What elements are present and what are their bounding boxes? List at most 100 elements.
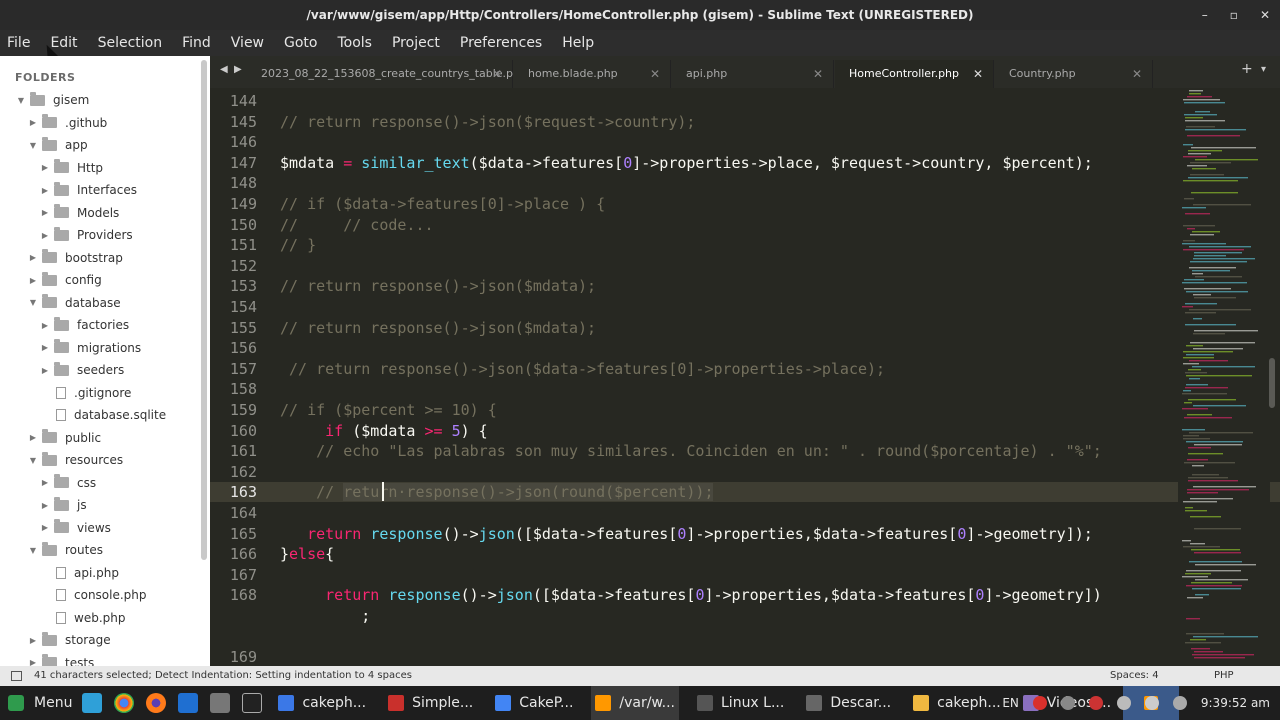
- code-line[interactable]: 165 return response()->json([$data->feat…: [210, 524, 1280, 544]
- taskbar-window-button[interactable]: Simple...: [384, 686, 477, 720]
- code-line[interactable]: 169: [210, 647, 1280, 666]
- tab-close-icon[interactable]: ✕: [1132, 60, 1142, 88]
- sidebar-item[interactable]: ▶ Providers: [40, 224, 133, 246]
- sidebar-item[interactable]: ▶ views: [40, 517, 111, 539]
- sidebar-item[interactable]: ▼ app: [28, 134, 88, 156]
- taskbar-window-button[interactable]: /var/w...: [591, 686, 679, 720]
- minimize-button[interactable]: –: [1202, 0, 1208, 30]
- taskbar-window-button[interactable]: cakeph...: [909, 686, 1005, 720]
- show-desktop-icon[interactable]: [82, 693, 103, 713]
- tab-close-icon[interactable]: ✕: [492, 60, 502, 88]
- code-line[interactable]: 145 // return response()->json($request->…: [210, 112, 1280, 132]
- tab-prev-icon[interactable]: ◀: [220, 64, 228, 75]
- menu-file[interactable]: File: [7, 35, 30, 51]
- code-line[interactable]: 157 // return response()->json($data->fe…: [210, 359, 1280, 379]
- code-line[interactable]: 144: [210, 91, 1280, 111]
- code-line[interactable]: 163 // return·response()->json(round($pe…: [210, 482, 1280, 503]
- code-line[interactable]: 153 // return response()->json($mdata);: [210, 276, 1280, 296]
- chrome-icon[interactable]: [114, 693, 135, 713]
- minimap[interactable]: [1178, 88, 1270, 666]
- shield-icon[interactable]: [1088, 696, 1103, 710]
- sidebar-item[interactable]: ▶ seeders: [40, 359, 124, 381]
- code-line[interactable]: 149 // if ($data->features[0]->place ) {: [210, 194, 1280, 214]
- battery-icon[interactable]: [1172, 696, 1187, 710]
- code-line[interactable]: 162: [210, 462, 1280, 482]
- menu-view[interactable]: View: [231, 35, 264, 51]
- code-line[interactable]: 158: [210, 379, 1280, 399]
- tab-next-icon[interactable]: ▶: [234, 64, 242, 75]
- code-line[interactable]: 164: [210, 503, 1280, 523]
- tab[interactable]: HomeController.php ✕: [835, 60, 994, 88]
- sidebar-item[interactable]: ▶ Http: [40, 157, 103, 179]
- sidebar-item[interactable]: ▶ .github: [28, 112, 107, 134]
- code-line[interactable]: 161 // echo "Las palabras son muy simila…: [210, 441, 1280, 461]
- clock[interactable]: 9:39:52 am: [1201, 696, 1270, 710]
- menu-project[interactable]: Project: [392, 35, 440, 51]
- sidebar-item[interactable]: ▶ Models: [40, 202, 119, 224]
- text-editor-icon[interactable]: [178, 693, 199, 713]
- code-line[interactable]: 168 return response()->json([$data->feat…: [210, 585, 1280, 605]
- maximize-button[interactable]: ▫: [1230, 0, 1238, 30]
- code-line[interactable]: 160 if ($mdata >= 5) {: [210, 421, 1280, 441]
- sidebar-item[interactable]: ▶ config: [28, 269, 102, 291]
- firefox-icon[interactable]: [146, 693, 167, 713]
- code-line[interactable]: 159 // if ($percent >= 10) {: [210, 400, 1280, 420]
- network-icon[interactable]: [1060, 696, 1075, 710]
- sidebar-item[interactable]: api.php: [40, 562, 119, 584]
- update-icon[interactable]: [1032, 696, 1047, 710]
- code-line[interactable]: [210, 627, 1280, 647]
- sidebar-item[interactable]: ▼ database: [28, 292, 121, 314]
- new-tab-icon[interactable]: +: [1241, 61, 1253, 77]
- taskbar-window-button[interactable]: Linux L...: [693, 686, 788, 720]
- sidebar-item[interactable]: ▶ css: [40, 472, 96, 494]
- sidebar-item[interactable]: ▶ js: [40, 494, 87, 516]
- code-editor[interactable]: 144 145 // return response()->json($reques…: [210, 88, 1280, 666]
- sidebar-item[interactable]: .gitignore: [40, 382, 131, 404]
- syntax-selector[interactable]: PHP: [1214, 666, 1234, 686]
- sidebar-item[interactable]: ▼ routes: [28, 539, 103, 561]
- sidebar-item[interactable]: ▶ Interfaces: [40, 179, 137, 201]
- menu-help[interactable]: Help: [562, 35, 594, 51]
- editor-scrollbar[interactable]: [1269, 358, 1275, 408]
- files-icon[interactable]: [210, 693, 231, 713]
- sidebar-item[interactable]: ▼ resources: [28, 449, 123, 471]
- bluetooth-icon[interactable]: [1116, 696, 1131, 710]
- sidebar-item[interactable]: ▶ bootstrap: [28, 247, 123, 269]
- tab[interactable]: home.blade.php ✕: [514, 60, 671, 88]
- taskbar-window-button[interactable]: cakeph...: [274, 686, 370, 720]
- sidebar-item[interactable]: web.php: [40, 607, 125, 629]
- tab[interactable]: Country.php ✕: [995, 60, 1153, 88]
- sidebar-item[interactable]: ▶ migrations: [40, 337, 141, 359]
- panel-toggle-icon[interactable]: [11, 671, 22, 681]
- menu-goto[interactable]: Goto: [284, 35, 317, 51]
- sidebar-item[interactable]: console.php: [40, 584, 147, 606]
- taskbar-window-button[interactable]: Descar...: [802, 686, 895, 720]
- menu-tools[interactable]: Tools: [337, 35, 372, 51]
- sidebar-item[interactable]: ▶ public: [28, 427, 101, 449]
- tab-close-icon[interactable]: ✕: [973, 60, 983, 88]
- start-menu-button[interactable]: Menu: [8, 695, 72, 711]
- indentation-selector[interactable]: Spaces: 4: [1110, 666, 1159, 686]
- tab-close-icon[interactable]: ✕: [650, 60, 660, 88]
- code-line[interactable]: ;: [210, 606, 1280, 626]
- sidebar-item[interactable]: database.sqlite: [40, 404, 166, 426]
- code-line[interactable]: 147 $mdata = similar_text($data->features…: [210, 153, 1280, 173]
- volume-icon[interactable]: [1144, 696, 1159, 710]
- code-line[interactable]: 154: [210, 297, 1280, 317]
- menu-preferences[interactable]: Preferences: [460, 35, 542, 51]
- code-line[interactable]: 146: [210, 132, 1280, 152]
- terminal-icon[interactable]: [242, 693, 263, 713]
- code-line[interactable]: 150 // // code...: [210, 215, 1280, 235]
- keyboard-layout[interactable]: EN: [1002, 696, 1019, 710]
- tab[interactable]: api.php ✕: [672, 60, 834, 88]
- tab-close-icon[interactable]: ✕: [813, 60, 823, 88]
- taskbar-window-button[interactable]: CakeP...: [491, 686, 577, 720]
- sidebar-item[interactable]: ▶ factories: [40, 314, 129, 336]
- code-line[interactable]: 152: [210, 256, 1280, 276]
- code-line[interactable]: 166}else{: [210, 544, 1280, 564]
- sidebar-item[interactable]: ▼ gisem: [16, 89, 89, 111]
- sidebar-item[interactable]: ▶ tests: [28, 652, 94, 666]
- code-line[interactable]: 148: [210, 173, 1280, 193]
- code-line[interactable]: 151 // }: [210, 235, 1280, 255]
- code-line[interactable]: 156: [210, 338, 1280, 358]
